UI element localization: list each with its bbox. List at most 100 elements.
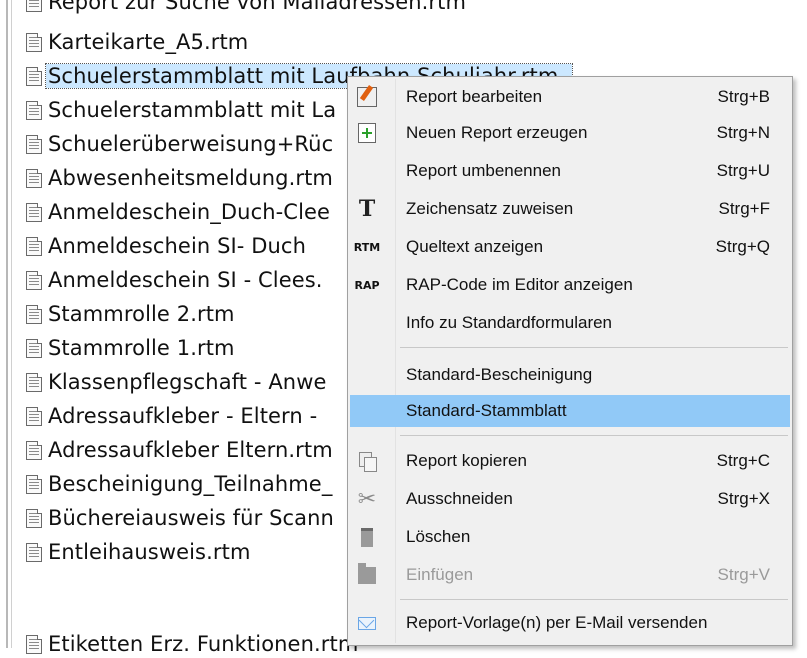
file-item[interactable]: Büchereiausweis für Scann — [26, 504, 334, 532]
menu-separator — [400, 347, 788, 348]
menu-item-shortcut: Strg+B — [717, 87, 770, 106]
file-name: Schuelerstammblatt mit La — [48, 98, 337, 122]
report-file-icon — [26, 0, 42, 12]
menu-item-label: Einfügen — [406, 565, 474, 584]
file-name: Stammrolle 1.rtm — [48, 336, 235, 360]
menu-item-label: Report-Vorlage(n) per E-Mail versenden — [406, 613, 708, 632]
file-item[interactable]: Adressaufkleber Eltern.rtm — [26, 436, 333, 464]
report-file-icon — [26, 474, 42, 494]
menu-item-shortcut: Strg+N — [716, 123, 770, 142]
menu-item-email-versenden[interactable]: Report-Vorlage(n) per E-Mail versenden — [350, 607, 790, 639]
menu-item-label: Zeichensatz zuweisen — [406, 199, 574, 218]
file-name: Anmeldeschein_Duch-Clee — [48, 200, 331, 224]
file-item[interactable]: Bescheinigung_Teilnahme_ — [26, 470, 332, 498]
report-file-icon — [26, 338, 42, 358]
copy-icon — [356, 450, 378, 472]
file-name: Abwesenheitsmeldung.rtm — [48, 166, 333, 190]
paste-icon — [356, 562, 378, 586]
file-item[interactable]: Schuelerüberweisung+Rüc — [26, 130, 333, 158]
file-name: Adressaufkleber Eltern.rtm — [48, 438, 333, 462]
report-file-icon — [26, 32, 42, 52]
report-file-icon — [26, 168, 42, 188]
file-item[interactable]: Stammrolle 2.rtm — [26, 300, 235, 328]
report-file-icon — [26, 406, 42, 426]
context-menu: Report bearbeiten Strg+B Neuen Report er… — [347, 76, 793, 646]
menu-item-label: Queltext anzeigen — [406, 237, 544, 256]
menu-item-shortcut: Strg+U — [716, 161, 770, 180]
menu-item-shortcut: Strg+V — [717, 565, 770, 584]
menu-item-ausschneiden[interactable]: ✂ Ausschneiden Strg+X — [350, 483, 790, 515]
report-file-icon — [26, 634, 42, 654]
file-item[interactable]: Schuelerstammblatt mit La — [26, 96, 336, 124]
file-name: Anmeldeschein SI- Duch — [48, 234, 306, 258]
menu-item-info-standardformulare[interactable]: Info zu Standardformularen — [350, 307, 790, 339]
menu-item-shortcut: Strg+F — [718, 199, 771, 218]
file-name: Bescheinigung_Teilnahme_ — [48, 472, 333, 496]
menu-item-loeschen[interactable]: Löschen — [350, 521, 790, 553]
menu-item-einfuegen[interactable]: Einfügen Strg+V — [350, 559, 790, 591]
tree-guide-line-inner — [11, 0, 12, 648]
report-file-icon — [26, 134, 42, 154]
menu-item-neuen-report[interactable]: Neuen Report erzeugen Strg+N — [350, 117, 790, 149]
report-file-icon — [26, 508, 42, 528]
menu-item-label: Standard-Bescheinigung — [406, 365, 593, 384]
trash-icon — [356, 526, 378, 548]
menu-item-zeichensatz[interactable]: T Zeichensatz zuweisen Strg+F — [350, 193, 790, 225]
file-name: Stammrolle 2.rtm — [48, 302, 235, 326]
file-item[interactable]: Karteikarte_A5.rtm — [26, 28, 248, 56]
font-icon: T — [358, 196, 376, 222]
rap-icon: RAP — [354, 278, 380, 292]
menu-item-label: Report umbenennen — [406, 161, 562, 180]
menu-item-label: Ausschneiden — [406, 489, 513, 508]
report-file-icon — [26, 66, 42, 86]
file-name: Anmeldeschein SI - Clees. — [48, 268, 323, 292]
file-item[interactable]: Anmeldeschein SI- Duch — [26, 232, 306, 260]
menu-item-report-bearbeiten[interactable]: Report bearbeiten Strg+B — [350, 81, 790, 113]
report-file-icon — [26, 372, 42, 392]
file-item[interactable]: Entleihausweis.rtm — [26, 538, 251, 566]
menu-item-report-kopieren[interactable]: Report kopieren Strg+C — [350, 445, 790, 477]
file-item[interactable]: Anmeldeschein SI - Clees. — [26, 266, 323, 294]
edit-report-icon — [356, 86, 378, 108]
menu-item-label: Report bearbeiten — [406, 87, 543, 106]
report-file-icon — [26, 542, 42, 562]
menu-item-label: Neuen Report erzeugen — [406, 123, 588, 142]
report-file-icon — [26, 304, 42, 324]
file-item[interactable]: Klassenpflegschaft - Anwe — [26, 368, 327, 396]
file-item[interactable]: Stammrolle 1.rtm — [26, 334, 235, 362]
menu-item-standard-bescheinigung[interactable]: Standard-Bescheinigung — [350, 359, 790, 391]
menu-item-shortcut: Strg+Q — [715, 237, 770, 256]
new-report-icon — [356, 122, 378, 144]
menu-item-label: Report kopieren — [406, 451, 527, 470]
file-item[interactable]: Report zur Suche von Mailadressen.rtm — [26, 0, 466, 16]
file-name: Büchereiausweis für Scann — [48, 506, 334, 530]
menu-item-label: Löschen — [406, 527, 471, 546]
menu-item-rap-code[interactable]: RAP RAP-Code im Editor anzeigen — [350, 269, 790, 301]
menu-item-label: Standard-Stammblatt — [406, 401, 567, 420]
file-item[interactable]: Adressaufkleber - Eltern - — [26, 402, 317, 430]
file-item[interactable]: Anmeldeschein_Duch-Clee — [26, 198, 330, 226]
file-name: Etiketten Erz. Funktionen.rtm — [48, 632, 359, 656]
menu-separator — [400, 599, 788, 600]
file-item[interactable]: Etiketten Erz. Funktionen.rtm — [26, 630, 358, 658]
file-name: Adressaufkleber - Eltern - — [48, 404, 318, 428]
menu-item-shortcut: Strg+X — [717, 489, 770, 508]
file-name: Karteikarte_A5.rtm — [48, 30, 249, 54]
report-file-icon — [26, 440, 42, 460]
file-name: Schuelerüberweisung+Rüc — [48, 132, 334, 156]
menu-item-report-umbenennen[interactable]: Report umbenennen Strg+U — [350, 155, 790, 187]
menu-separator — [400, 435, 788, 436]
mail-icon — [356, 612, 378, 634]
menu-item-shortcut: Strg+C — [716, 451, 770, 470]
menu-item-standard-stammblatt[interactable]: Standard-Stammblatt — [350, 395, 790, 427]
report-file-icon — [26, 270, 42, 290]
report-file-icon — [26, 236, 42, 256]
menu-item-queltext[interactable]: RTM Queltext anzeigen Strg+Q — [350, 231, 790, 263]
file-name: Report zur Suche von Mailadressen.rtm — [48, 0, 467, 14]
report-file-icon — [26, 202, 42, 222]
tree-guide-line — [6, 0, 8, 648]
file-item[interactable]: Abwesenheitsmeldung.rtm — [26, 164, 333, 192]
file-name: Entleihausweis.rtm — [48, 540, 251, 564]
scissors-icon: ✂ — [357, 486, 377, 511]
menu-item-label: Info zu Standardformularen — [406, 313, 613, 332]
